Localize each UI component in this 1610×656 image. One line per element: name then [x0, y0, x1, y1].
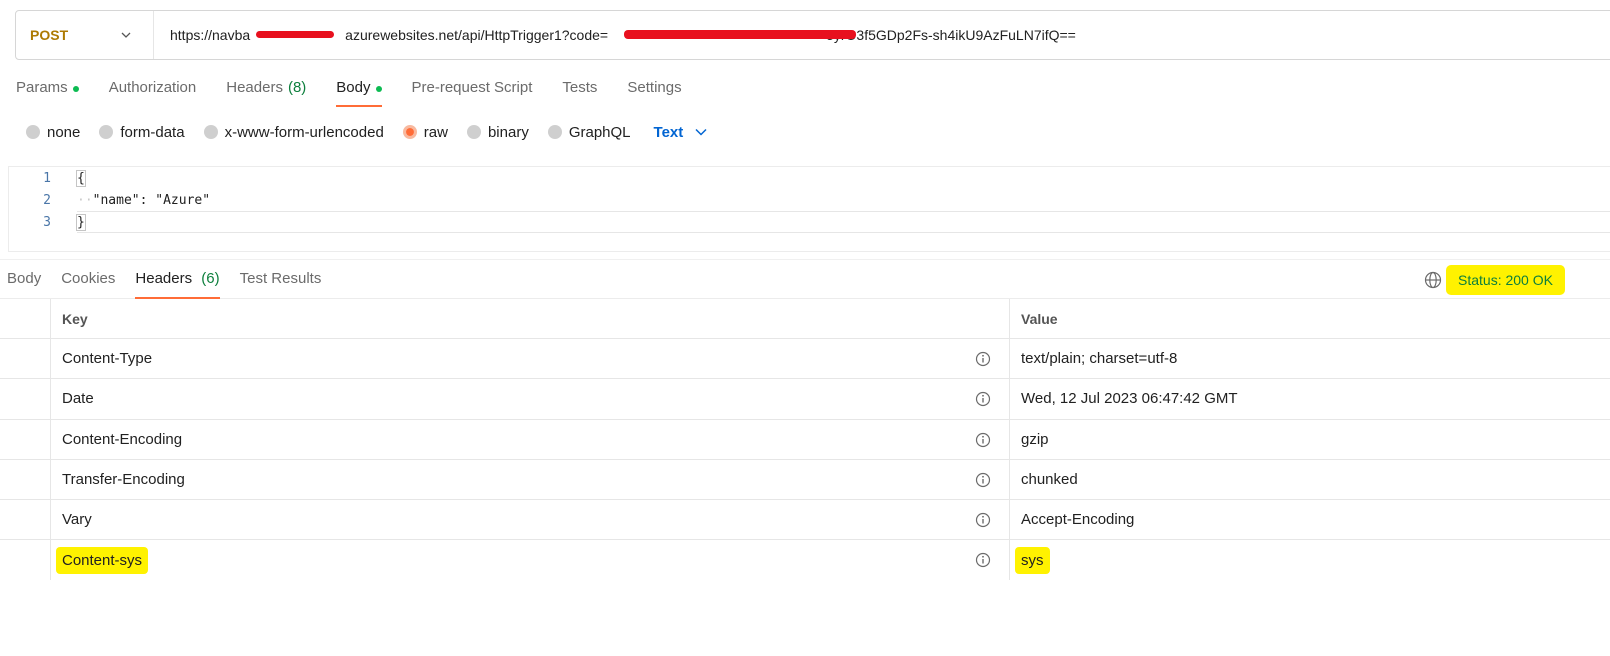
radio-raw[interactable]: raw [402, 124, 448, 141]
tab-pre-request-script[interactable]: Pre-request Script [412, 76, 533, 106]
row-gutter [0, 540, 51, 581]
header-key-cell: Transfer-Encoding [51, 459, 1010, 499]
table-row: Transfer-Encoding chunked [0, 459, 1610, 500]
url-input[interactable]: https://navba azurewebsites.net/api/HttpT… [154, 27, 1076, 43]
info-icon[interactable] [975, 512, 991, 528]
radio-binary[interactable]: binary [466, 124, 529, 141]
highlighted-key: Content-sys [56, 546, 149, 574]
url-suffix: 5yrO3f5GDp2Fs-sh4ikU9AzFuLN7ifQ== [826, 27, 1076, 43]
response-headers-table: Key Value Content-Type text/plain; chars… [0, 299, 1610, 581]
row-gutter [0, 459, 51, 499]
radio-button[interactable] [203, 125, 218, 139]
body-editor[interactable]: 1 { 2 ··"name": "Azure" 3 } [8, 166, 1610, 252]
globe-icon[interactable] [1424, 271, 1442, 289]
tab-params[interactable]: Params [16, 76, 79, 106]
divider [77, 211, 1610, 212]
request-url-bar: POST https://navba azurewebsites.net/api/… [15, 10, 1610, 60]
highlighted-value: sys [1015, 546, 1050, 574]
table-row: Content-Encoding gzip [0, 419, 1610, 460]
tab-headers[interactable]: Headers (8) [226, 76, 306, 106]
body-type-options: none form-data x-www-form-urlencoded raw… [26, 122, 707, 142]
header-value-cell: chunked [1021, 470, 1078, 488]
editor-line: 1 { [9, 167, 1610, 189]
radio-button[interactable] [547, 125, 562, 139]
chevron-down-icon [121, 32, 131, 38]
url-mid: azurewebsites.net/api/HttpTrigger1?code= [345, 27, 609, 43]
radio-button[interactable] [466, 125, 481, 139]
header-key-cell: Vary [51, 499, 1010, 540]
response-tabs-bar: Body Cookies Headers (6) Test Results St… [0, 259, 1610, 299]
table-row: Vary Accept-Encoding [0, 499, 1610, 541]
tab-authorization[interactable]: Authorization [109, 76, 197, 106]
header-value-cell: text/plain; charset=utf-8 [1021, 350, 1178, 368]
method-label: POST [30, 27, 69, 43]
column-header-key: Key [51, 299, 1010, 339]
table-header-row: Key Value [0, 299, 1610, 340]
header-key-cell: Date [51, 379, 1010, 419]
active-indicator-dot [375, 86, 382, 92]
line-number: 3 [43, 214, 51, 230]
tab-response-body[interactable]: Body [7, 270, 41, 299]
info-icon[interactable] [975, 351, 991, 367]
request-tabs: Params Authorization Headers (8) Body Pre… [16, 76, 712, 107]
header-key-cell: Content-Encoding [51, 419, 1010, 459]
table-row: Content-Type text/plain; charset=utf-8 [0, 339, 1610, 380]
header-value-cell: gzip [1021, 430, 1049, 448]
editor-line: 3 } [9, 211, 1610, 233]
tab-tests[interactable]: Tests [562, 76, 597, 106]
row-gutter [0, 339, 51, 379]
row-gutter [0, 419, 51, 459]
header-key-cell: Content-Type [51, 339, 1010, 379]
header-value-cell: Wed, 12 Jul 2023 06:47:42 GMT [1021, 390, 1238, 408]
row-gutter [0, 379, 51, 419]
info-icon[interactable] [975, 472, 991, 488]
info-icon[interactable] [975, 552, 991, 568]
line-number: 1 [43, 170, 51, 186]
radio-button[interactable] [26, 125, 40, 139]
redaction-mark [256, 31, 334, 38]
tab-settings[interactable]: Settings [627, 76, 681, 106]
radio-none[interactable]: none [26, 124, 80, 141]
header-key-cell: Content-sys [51, 540, 1010, 581]
redaction-mark [624, 30, 856, 39]
url-prefix: https://navba [170, 27, 251, 43]
tab-cookies[interactable]: Cookies [61, 270, 115, 299]
divider [77, 232, 1610, 233]
method-select[interactable]: POST [16, 11, 154, 59]
radio-button[interactable] [99, 125, 114, 139]
header-value-cell: Accept-Encoding [1021, 511, 1135, 529]
radio-x-www-form-urlencoded[interactable]: x-www-form-urlencoded [203, 124, 384, 141]
status-badge[interactable]: Status: 200 OK [1446, 265, 1565, 295]
info-icon[interactable] [975, 432, 991, 448]
code-text: } [76, 213, 86, 231]
editor-line: 2 ··"name": "Azure" [9, 189, 1610, 211]
body-format-select[interactable]: Text [654, 124, 708, 141]
radio-form-data[interactable]: form-data [99, 124, 185, 141]
code-text: { [76, 169, 86, 187]
tab-response-headers[interactable]: Headers (6) [135, 270, 220, 299]
tab-test-results[interactable]: Test Results [240, 270, 322, 299]
line-number: 2 [43, 192, 51, 208]
info-icon[interactable] [975, 391, 991, 407]
header-value-cell: sys [1010, 540, 1610, 580]
code-text: ··"name": "Azure" [77, 192, 211, 208]
radio-button-selected[interactable] [402, 125, 417, 139]
radio-graphql[interactable]: GraphQL [547, 124, 631, 141]
response-tabs: Body Cookies Headers (6) Test Results [7, 270, 341, 299]
row-gutter [0, 499, 51, 540]
column-header-value: Value [1021, 310, 1058, 327]
tab-body[interactable]: Body [336, 76, 382, 107]
row-gutter [0, 299, 51, 339]
chevron-down-icon [695, 128, 707, 136]
table-row: Content-sys sys [0, 540, 1610, 581]
table-row: Date Wed, 12 Jul 2023 06:47:42 GMT [0, 379, 1610, 420]
active-indicator-dot [72, 86, 79, 92]
